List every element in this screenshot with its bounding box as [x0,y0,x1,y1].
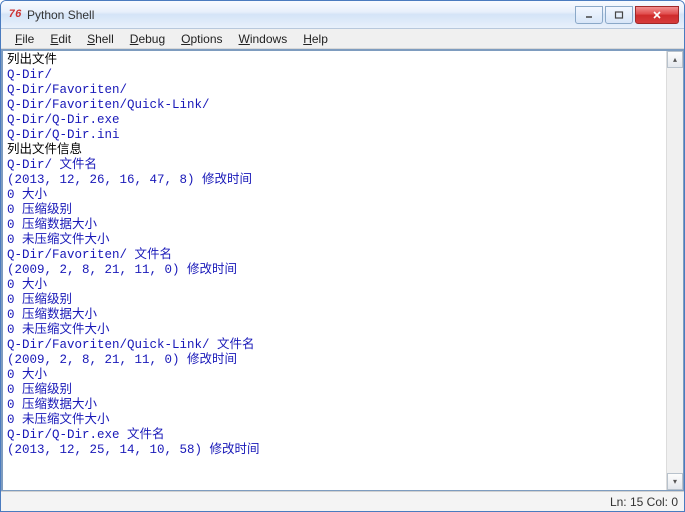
output-line: 列出文件信息 [7,143,664,158]
output-line: 0 压缩级别 [7,203,664,218]
menu-item-debug[interactable]: Debug [122,30,173,48]
app-icon: 76 [7,7,23,23]
chevron-down-icon: ▾ [673,477,677,486]
statusbar: Ln: 15 Col: 0 [1,491,684,511]
shell-output[interactable]: 列出文件Q-Dir/Q-Dir/Favoriten/Q-Dir/Favorite… [3,51,666,490]
output-line: Q-Dir/Q-Dir.exe [7,113,664,128]
maximize-button[interactable] [605,6,633,24]
output-line: 0 未压缩文件大小 [7,413,664,428]
window-controls [575,6,679,24]
close-icon [652,10,662,20]
output-line: Q-Dir/Favoriten/ [7,83,664,98]
output-line: 0 压缩级别 [7,383,664,398]
menu-item-help[interactable]: Help [295,30,336,48]
output-line: 0 未压缩文件大小 [7,323,664,338]
output-line: Q-Dir/Q-Dir.exe 文件名 [7,428,664,443]
output-line: 0 大小 [7,368,664,383]
chevron-up-icon: ▴ [673,55,677,64]
menu-item-windows[interactable]: Windows [231,30,296,48]
close-button[interactable] [635,6,679,24]
menu-item-edit[interactable]: Edit [42,30,79,48]
menubar: FileEditShellDebugOptionsWindowsHelp [1,29,684,49]
menu-item-options[interactable]: Options [173,30,230,48]
minimize-button[interactable] [575,6,603,24]
menu-item-shell[interactable]: Shell [79,30,122,48]
output-line: Q-Dir/Favoriten/Quick-Link/ [7,98,664,113]
scroll-up-button[interactable]: ▴ [667,51,683,68]
vertical-scrollbar[interactable]: ▴ ▾ [666,51,683,490]
output-line: 0 大小 [7,278,664,293]
output-line: Q-Dir/Q-Dir.ini [7,128,664,143]
output-line: 列出文件 [7,53,664,68]
output-line: 0 大小 [7,188,664,203]
content-area: 列出文件Q-Dir/Q-Dir/Favoriten/Q-Dir/Favorite… [1,49,684,491]
output-line: 0 压缩数据大小 [7,308,664,323]
output-line: (2009, 2, 8, 21, 11, 0) 修改时间 [7,353,664,368]
titlebar: 76 Python Shell [1,1,684,29]
output-line: Q-Dir/ [7,68,664,83]
output-line: Q-Dir/Favoriten/Quick-Link/ 文件名 [7,338,664,353]
window-title: Python Shell [27,8,575,22]
output-line: 0 压缩数据大小 [7,398,664,413]
cursor-position: Ln: 15 Col: 0 [610,495,678,509]
maximize-icon [614,10,624,20]
output-line: Q-Dir/ 文件名 [7,158,664,173]
output-line: (2009, 2, 8, 21, 11, 0) 修改时间 [7,263,664,278]
menu-item-file[interactable]: File [7,30,42,48]
minimize-icon [584,10,594,20]
output-line: (2013, 12, 26, 16, 47, 8) 修改时间 [7,173,664,188]
output-line: 0 未压缩文件大小 [7,233,664,248]
output-line: 0 压缩级别 [7,293,664,308]
output-line: Q-Dir/Favoriten/ 文件名 [7,248,664,263]
output-line: 0 压缩数据大小 [7,218,664,233]
scrollbar-track[interactable] [667,68,683,473]
output-line: (2013, 12, 25, 14, 10, 58) 修改时间 [7,443,664,458]
scroll-down-button[interactable]: ▾ [667,473,683,490]
